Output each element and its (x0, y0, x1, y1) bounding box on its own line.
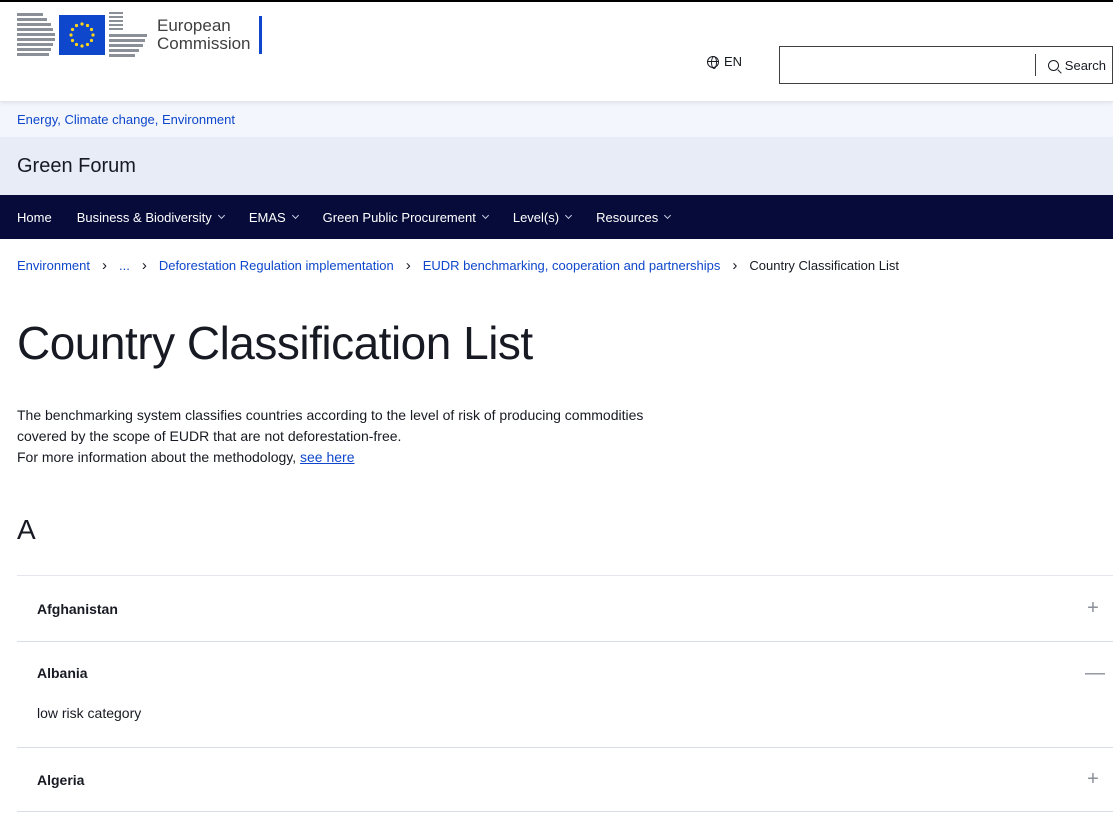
chevron-right-icon: › (732, 256, 738, 274)
accordion-item-albania: Albania — low risk category (17, 642, 1113, 748)
site-header: European Commission EN Search (0, 2, 1113, 102)
language-selector[interactable]: EN (707, 54, 742, 69)
globe-icon (707, 55, 719, 69)
nav-item-label: Home (17, 209, 52, 225)
search-icon (1047, 59, 1059, 71)
eu-flag-icon (59, 14, 105, 55)
logo-lines-left (17, 13, 55, 56)
breadcrumb-current: Country Classification List (749, 257, 899, 273)
logo-accent-bar (258, 15, 262, 54)
context-link[interactable]: Energy, Climate change, Environment (17, 112, 235, 127)
nav-item-label: Business & Biodiversity (76, 209, 212, 225)
chevron-down-icon (217, 211, 225, 220)
chevron-down-icon (664, 211, 672, 220)
chevron-right-icon: › (101, 256, 107, 274)
site-context-bar: Energy, Climate change, Environment (0, 102, 1113, 137)
minus-icon[interactable]: — (1085, 662, 1105, 685)
accordion-header[interactable]: Afghanistan + (17, 576, 1113, 641)
european-commission-logo[interactable]: European Commission (17, 12, 262, 57)
nav-item-business-biodiversity[interactable]: Business & Biodiversity (76, 209, 225, 225)
intro-line-3-text: For more information about the methodolo… (17, 449, 301, 465)
search-button-label: Search (1064, 57, 1106, 73)
country-name: Albania (37, 665, 88, 681)
chevron-down-icon (565, 211, 573, 220)
nav-item-resources[interactable]: Resources (596, 209, 672, 225)
country-accordion: Afghanistan + Albania — low risk categor… (17, 575, 1113, 812)
accordion-item-afghanistan: Afghanistan + (17, 576, 1113, 642)
intro-line-3: For more information about the methodolo… (17, 447, 777, 468)
intro-line-1: The benchmarking system classifies count… (17, 407, 644, 423)
site-name[interactable]: Green Forum (0, 137, 1113, 195)
nav-item-green-public-procurement[interactable]: Green Public Procurement (322, 209, 489, 225)
accordion-item-algeria: Algeria + (17, 748, 1113, 812)
methodology-link[interactable]: see here (300, 449, 354, 465)
nav-item-emas[interactable]: EMAS (248, 209, 299, 225)
chevron-right-icon: › (405, 256, 411, 274)
chevron-down-icon (291, 211, 299, 220)
main-navigation: Home Business & Biodiversity EMAS Green … (0, 195, 1113, 239)
country-name: Algeria (37, 771, 85, 788)
logo-lines-right (109, 12, 147, 57)
search-input[interactable] (780, 47, 1035, 83)
section-letter-heading: A (17, 514, 36, 545)
accordion-header[interactable]: Algeria + (17, 748, 1113, 811)
breadcrumb: Environment › ... › Deforestation Regula… (0, 239, 1113, 291)
intro-text: The benchmarking system classifies count… (17, 405, 777, 468)
breadcrumb-link-eudr[interactable]: EUDR benchmarking, cooperation and partn… (423, 258, 721, 273)
breadcrumb-link-deforestation[interactable]: Deforestation Regulation implementation (159, 258, 394, 273)
chevron-down-icon (481, 211, 489, 220)
chevron-right-icon: › (141, 256, 147, 274)
accordion-content: low risk category (37, 705, 142, 721)
logo-text-line2: Commission (157, 33, 251, 53)
search-button[interactable]: Search (1036, 58, 1112, 73)
intro-line-2: covered by the scope of EUDR that are no… (17, 428, 402, 444)
nav-item-levels[interactable]: Level(s) (512, 209, 573, 225)
plus-icon[interactable]: + (1085, 768, 1101, 791)
nav-item-label: Level(s) (512, 209, 560, 225)
search-form: Search (779, 46, 1113, 84)
plus-icon[interactable]: + (1085, 597, 1101, 620)
page-title: Country Classification List (17, 317, 533, 369)
nav-item-label: Green Public Procurement (322, 209, 476, 225)
country-name: Afghanistan (37, 600, 118, 617)
breadcrumb-link-environment[interactable]: Environment (17, 258, 90, 273)
nav-item-home[interactable]: Home (17, 210, 52, 225)
logo-text: European Commission (157, 15, 251, 53)
breadcrumb-ellipsis[interactable]: ... (119, 258, 130, 273)
logo-text-line1: European (157, 15, 231, 35)
language-label: EN (724, 54, 743, 69)
accordion-header[interactable]: Albania — (17, 642, 1113, 704)
nav-item-label: Resources (596, 209, 659, 225)
nav-item-label: EMAS (248, 209, 286, 225)
